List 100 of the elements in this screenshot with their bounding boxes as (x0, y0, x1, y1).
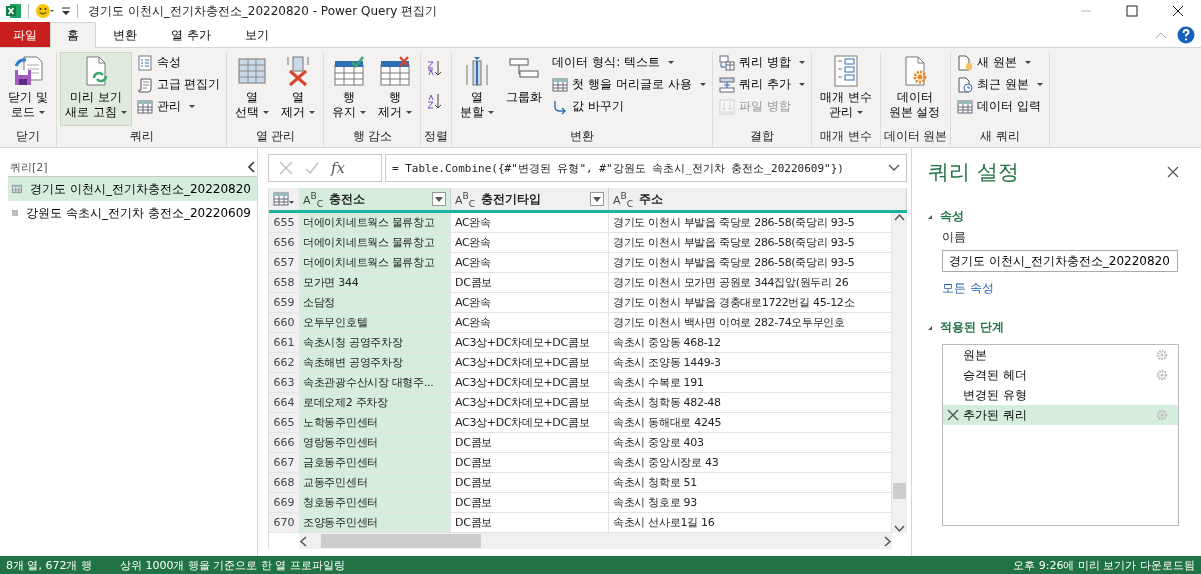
row-number: 656 (269, 233, 299, 252)
group-label: 닫기 (14, 128, 41, 145)
ribbon-button[interactable]: 최근 원본 (954, 74, 1047, 95)
filter-button[interactable] (590, 192, 604, 206)
ribbon-button[interactable]: 속성 (133, 52, 224, 73)
scroll-thumb[interactable] (893, 483, 906, 499)
sort-descending-icon (426, 93, 443, 109)
name-field[interactable]: 경기도 이천시_전기차충전소_20220820 (942, 250, 1178, 272)
gear-icon[interactable] (1156, 369, 1168, 381)
pane-title: 쿼리 설정 (928, 159, 1019, 186)
ribbon-button[interactable]: 매개 변수 관리 (814, 52, 877, 126)
all-properties-link[interactable]: 모든 속성 (942, 280, 1179, 297)
ribbon-button[interactable]: 데이터 원본 설정 (883, 52, 946, 126)
ribbon-button[interactable]: 고급 편집기 (133, 74, 224, 95)
query-item[interactable]: 경기도 이천시_전기차충전소_20220820 (8, 177, 257, 201)
table-cell: AC완속 (451, 253, 609, 272)
table-cell: DC콤보 (451, 473, 609, 492)
table-cell: DC콤보 (451, 513, 609, 532)
pane-heading: 쿼리[2] (10, 159, 48, 175)
table-menu-icon[interactable] (273, 191, 295, 207)
table-cell: 더에이치네트웍스 물류창고 (299, 233, 451, 252)
row-number: 657 (269, 253, 299, 272)
check-icon[interactable] (305, 161, 319, 175)
vertical-scrollbar[interactable] (892, 213, 907, 533)
table-icon (136, 98, 153, 115)
formula-field[interactable]: = Table.Combine({#"변경된 유형", #"강원도 속초시_전기차 충전소_20220609"}) (385, 154, 907, 182)
close-icon[interactable] (1167, 166, 1179, 178)
group-label: 결합 (748, 128, 775, 145)
cancel-icon[interactable] (279, 161, 293, 175)
ribbon-button[interactable]: 열 제거 (276, 52, 321, 126)
gear-icon[interactable] (1156, 349, 1168, 361)
spreadsheet-app-icon (6, 3, 22, 19)
scroll-left-icon (299, 535, 307, 547)
table-cell: 조양동주민센터 (299, 513, 451, 532)
table-cell: DC콤보 (451, 433, 609, 452)
smiley-icon[interactable] (35, 3, 55, 19)
close-icon (1172, 5, 1184, 17)
table-cell: AC완속 (451, 233, 609, 252)
step-item[interactable]: 승격된 헤더 (943, 365, 1178, 385)
section-heading: 속성 (940, 208, 964, 225)
table-cell: AC완속 (451, 213, 609, 232)
row-number: 663 (269, 373, 299, 392)
table-cell: 로데오제2 주차장 (299, 393, 451, 412)
ribbon-tab[interactable]: 파일 (0, 22, 50, 47)
table-cell: AC3상+DC차데모+DC콤보 (451, 393, 609, 412)
ribbon-button[interactable]: 닫기 및 로드 (3, 52, 53, 126)
table-icon (957, 98, 974, 115)
caret-icon (593, 196, 601, 202)
ribbon-tab[interactable]: 보기 (227, 22, 286, 47)
ribbon-button[interactable]: 첫 행을 머리글로 사용 (549, 74, 709, 95)
ribbon-tab[interactable]: 홈 (50, 22, 96, 48)
ribbon-button[interactable]: 관리 (133, 96, 224, 117)
ribbon-button[interactable]: 쿼리 병합 (715, 52, 808, 73)
scroll-up-icon (894, 213, 905, 221)
filter-button[interactable] (432, 192, 446, 206)
table-cell: DC콤보 (451, 273, 609, 292)
ribbon-button[interactable]: 열 선택 (230, 52, 275, 126)
group-label: 새 쿼리 (979, 128, 1022, 145)
ribbon-tab[interactable]: 변환 (96, 22, 154, 47)
step-item[interactable]: 원본 (943, 345, 1178, 365)
ribbon-tab[interactable]: 열 추가 (154, 22, 228, 47)
step-item[interactable]: 변경된 유형 (943, 385, 1178, 405)
row-number: 661 (269, 333, 299, 352)
status-text: 상위 1000개 행을 기준으로 한 열 프로파일링 (120, 557, 345, 573)
status-text: 8개 열, 672개 행 (6, 557, 92, 573)
expand-triangle-icon[interactable] (928, 214, 932, 219)
ribbon-button[interactable]: 행 제거 (373, 52, 418, 126)
step-item[interactable]: 추가된 쿼리 (943, 405, 1178, 425)
column-header[interactable]: A$^{B}$$_{C}$ 주소 (609, 188, 907, 210)
expand-triangle-icon[interactable] (928, 325, 932, 330)
collapse-pane-icon[interactable] (247, 161, 255, 173)
ribbon-button[interactable]: 그룹화 (501, 52, 548, 126)
insert-function-button[interactable]: fx (331, 159, 345, 177)
column-header[interactable]: A$^{B}$$_{C}$ 충전소 (299, 188, 451, 210)
ribbon-button[interactable]: 미리 보기 새로 고침 (59, 52, 132, 126)
column-header[interactable]: A$^{B}$$_{C}$ 충전기타입 (451, 188, 609, 210)
query-item[interactable]: 강원도 속초시_전기차 충전소_20220609 (8, 201, 257, 225)
ribbon-button[interactable]: 쿼리 추가 (715, 74, 808, 95)
table-cell: DC콤보 (451, 453, 609, 472)
table-cell: 교동주민센터 (299, 473, 451, 492)
properties-icon (136, 54, 153, 71)
ribbon-button[interactable]: 데이터 입력 (954, 96, 1047, 117)
ribbon-button[interactable]: 열 분할 (455, 52, 500, 126)
row-number: 670 (269, 513, 299, 532)
scroll-thumb[interactable] (321, 534, 481, 548)
help-icon[interactable] (1177, 25, 1195, 44)
table-cell: 영랑동주민센터 (299, 433, 451, 452)
ribbon-button[interactable]: 새 원본 (954, 52, 1047, 73)
table-columns-icon (236, 55, 269, 87)
expand-icon[interactable] (888, 164, 900, 172)
recent-document-icon (957, 76, 974, 93)
horizontal-scrollbar[interactable] (299, 533, 892, 549)
sort-ascending-icon (426, 60, 443, 76)
table-remove-icon (379, 55, 412, 87)
ribbon-button[interactable]: 행 유지 (327, 52, 372, 126)
ribbon-button[interactable]: 데이터 형식: 텍스트 (549, 52, 709, 73)
append-icon (718, 76, 735, 93)
ribbon-button[interactable]: 값 바꾸기 (549, 96, 709, 117)
table-cell: 더에이치네트웍스 물류창고 (299, 213, 451, 232)
table-cell: AC3상+DC차데모+DC콤보 (451, 373, 609, 392)
